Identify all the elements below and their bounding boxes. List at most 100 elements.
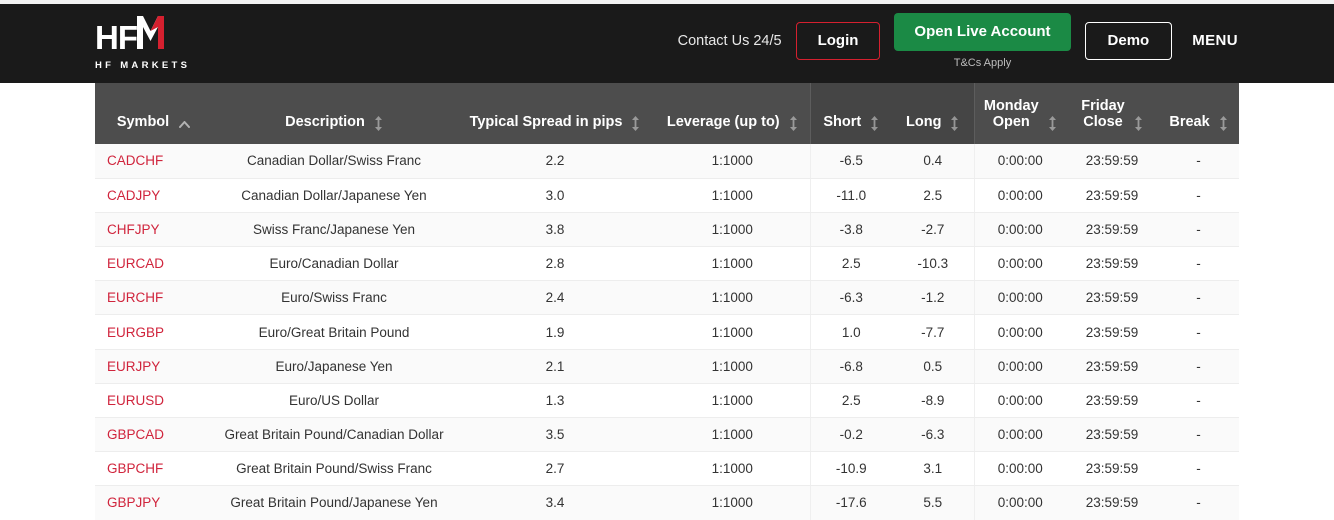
cell-monday-open: 0:00:00	[974, 349, 1066, 384]
column-header-short[interactable]: Short	[809, 83, 892, 144]
column-label-description: Description	[285, 114, 365, 131]
cell-symbol[interactable]: EURCAD	[95, 246, 213, 282]
cell-symbol[interactable]: EURJPY	[95, 349, 213, 384]
cell-spread: 2.1	[455, 349, 655, 384]
cell-symbol[interactable]: CADCHF	[95, 144, 213, 179]
table-header-row: Symbol Description Typical Spread in pip…	[95, 83, 1239, 144]
cell-symbol[interactable]: CADJPY	[95, 178, 213, 213]
sort-both-icon[interactable]	[1134, 116, 1143, 131]
table-row[interactable]: EURUSD Euro/US Dollar 1.3 1:1000 2.5 -8.9 0:00…	[95, 383, 1239, 419]
cell-monday-open: 0:00:00	[974, 212, 1066, 248]
cell-leverage: 1:1000	[655, 451, 810, 487]
column-label-break: Break	[1169, 114, 1210, 131]
cell-spread: 2.2	[455, 144, 655, 179]
table-row[interactable]: GBPCAD Great Britain Pound/Canadian Dolla…	[95, 417, 1239, 453]
hfm-logo[interactable]: HF HF MARKETS	[95, 16, 190, 71]
sort-both-icon[interactable]	[1048, 116, 1057, 131]
table-row[interactable]: CADJPY Canadian Dollar/Japanese Yen 3.0 1:1…	[95, 178, 1239, 213]
menu-button[interactable]: MENU	[1192, 32, 1238, 49]
sort-both-icon[interactable]	[1219, 116, 1228, 131]
table-row[interactable]: EURJPY Euro/Japanese Yen 2.1 1:1000 -6.8 0.5 0…	[95, 349, 1239, 384]
cell-short: -17.6	[809, 485, 892, 520]
cell-long: 0.4	[892, 144, 975, 179]
column-label-friday-close: Friday Close	[1081, 97, 1125, 131]
cell-spread: 3.4	[455, 485, 655, 520]
sort-both-icon[interactable]	[374, 116, 383, 131]
cell-break: -	[1158, 314, 1239, 350]
cell-description: Euro/US Dollar	[213, 383, 455, 419]
cell-spread: 2.7	[455, 451, 655, 487]
table-body: CADCHF Canadian Dollar/Swiss Franc 2.2 1:10…	[95, 144, 1239, 520]
column-header-typical-spread[interactable]: Typical Spread in pips	[455, 83, 655, 144]
cell-friday-close: 23:59:59	[1066, 417, 1158, 453]
cell-symbol[interactable]: EURGBP	[95, 314, 213, 350]
cell-short: -10.9	[809, 451, 892, 487]
contact-us-link[interactable]: Contact Us 24/5	[678, 33, 782, 49]
demo-button[interactable]: Demo	[1084, 21, 1173, 60]
column-header-break[interactable]: Break	[1158, 83, 1239, 144]
table-row[interactable]: EURGBP Euro/Great Britain Pound 1.9 1:1000 1…	[95, 314, 1239, 350]
table-row[interactable]: EURCHF Euro/Swiss Franc 2.4 1:1000 -6.3 -1.2 0…	[95, 280, 1239, 316]
open-live-account-group: Open Live Account T&Cs Apply	[894, 12, 1071, 69]
table-row[interactable]: GBPCHF Great Britain Pound/Swiss Franc 2.7…	[95, 451, 1239, 487]
table-row[interactable]: CADCHF Canadian Dollar/Swiss Franc 2.2 1:10…	[95, 144, 1239, 179]
cell-break: -	[1158, 246, 1239, 282]
cell-break: -	[1158, 178, 1239, 213]
cell-leverage: 1:1000	[655, 349, 810, 384]
cell-symbol[interactable]: GBPCHF	[95, 451, 213, 487]
cell-friday-close: 23:59:59	[1066, 383, 1158, 419]
cell-description: Euro/Swiss Franc	[213, 280, 455, 316]
site-header: HF HF MARKETS Contact Us 24/5 Login Open…	[0, 4, 1334, 83]
cell-monday-open: 0:00:00	[974, 144, 1066, 179]
table-row[interactable]: EURCAD Euro/Canadian Dollar 2.8 1:1000 2.5 -1…	[95, 246, 1239, 282]
cell-spread: 3.5	[455, 417, 655, 453]
cell-monday-open: 0:00:00	[974, 246, 1066, 282]
cell-leverage: 1:1000	[655, 212, 810, 248]
cell-symbol[interactable]: GBPJPY	[95, 485, 213, 520]
cell-symbol[interactable]: GBPCAD	[95, 417, 213, 453]
table-row[interactable]: CHFJPY Swiss Franc/Japanese Yen 3.8 1:1000 -…	[95, 212, 1239, 248]
cell-spread: 2.8	[455, 246, 655, 282]
column-header-long[interactable]: Long	[892, 83, 975, 144]
column-header-friday-close[interactable]: Friday Close	[1066, 83, 1158, 144]
cell-monday-open: 0:00:00	[974, 383, 1066, 419]
login-button[interactable]: Login	[795, 21, 881, 60]
cell-long: -8.9	[892, 383, 975, 419]
sort-both-icon[interactable]	[789, 116, 798, 131]
cell-description: Swiss Franc/Japanese Yen	[213, 212, 455, 248]
cell-description: Euro/Japanese Yen	[213, 349, 455, 384]
column-header-monday-open[interactable]: Monday Open	[974, 83, 1066, 144]
column-label-typical-spread: Typical Spread in pips	[469, 114, 623, 131]
cell-description: Great Britain Pound/Swiss Franc	[213, 451, 455, 487]
cell-description: Euro/Great Britain Pound	[213, 314, 455, 350]
column-header-leverage[interactable]: Leverage (up to)	[655, 83, 810, 144]
column-header-description[interactable]: Description	[213, 83, 455, 144]
cell-leverage: 1:1000	[655, 383, 810, 419]
cell-symbol[interactable]: EURCHF	[95, 280, 213, 316]
cell-break: -	[1158, 349, 1239, 384]
sort-ascending-icon[interactable]	[178, 118, 191, 131]
cell-break: -	[1158, 383, 1239, 419]
column-label-leverage: Leverage (up to)	[666, 114, 780, 131]
sort-both-icon[interactable]	[950, 116, 959, 131]
instruments-table: Symbol Description Typical Spread in pip…	[95, 83, 1239, 520]
cell-spread: 3.8	[455, 212, 655, 248]
cell-symbol[interactable]: EURUSD	[95, 383, 213, 419]
table-row[interactable]: GBPJPY Great Britain Pound/Japanese Yen 3.…	[95, 485, 1239, 520]
cell-monday-open: 0:00:00	[974, 485, 1066, 520]
cell-long: 2.5	[892, 178, 975, 213]
tcs-apply-note: T&Cs Apply	[953, 56, 1012, 69]
cell-friday-close: 23:59:59	[1066, 178, 1158, 213]
cell-break: -	[1158, 417, 1239, 453]
sort-both-icon[interactable]	[631, 116, 640, 131]
cell-description: Canadian Dollar/Japanese Yen	[213, 178, 455, 213]
cell-long: -10.3	[892, 246, 975, 282]
sort-both-icon[interactable]	[870, 116, 879, 131]
cell-symbol[interactable]: CHFJPY	[95, 212, 213, 248]
cell-long: 0.5	[892, 349, 975, 384]
column-header-symbol[interactable]: Symbol	[95, 83, 213, 144]
cell-break: -	[1158, 212, 1239, 248]
open-live-account-button[interactable]: Open Live Account	[894, 12, 1071, 51]
cell-spread: 2.4	[455, 280, 655, 316]
cell-long: -7.7	[892, 314, 975, 350]
